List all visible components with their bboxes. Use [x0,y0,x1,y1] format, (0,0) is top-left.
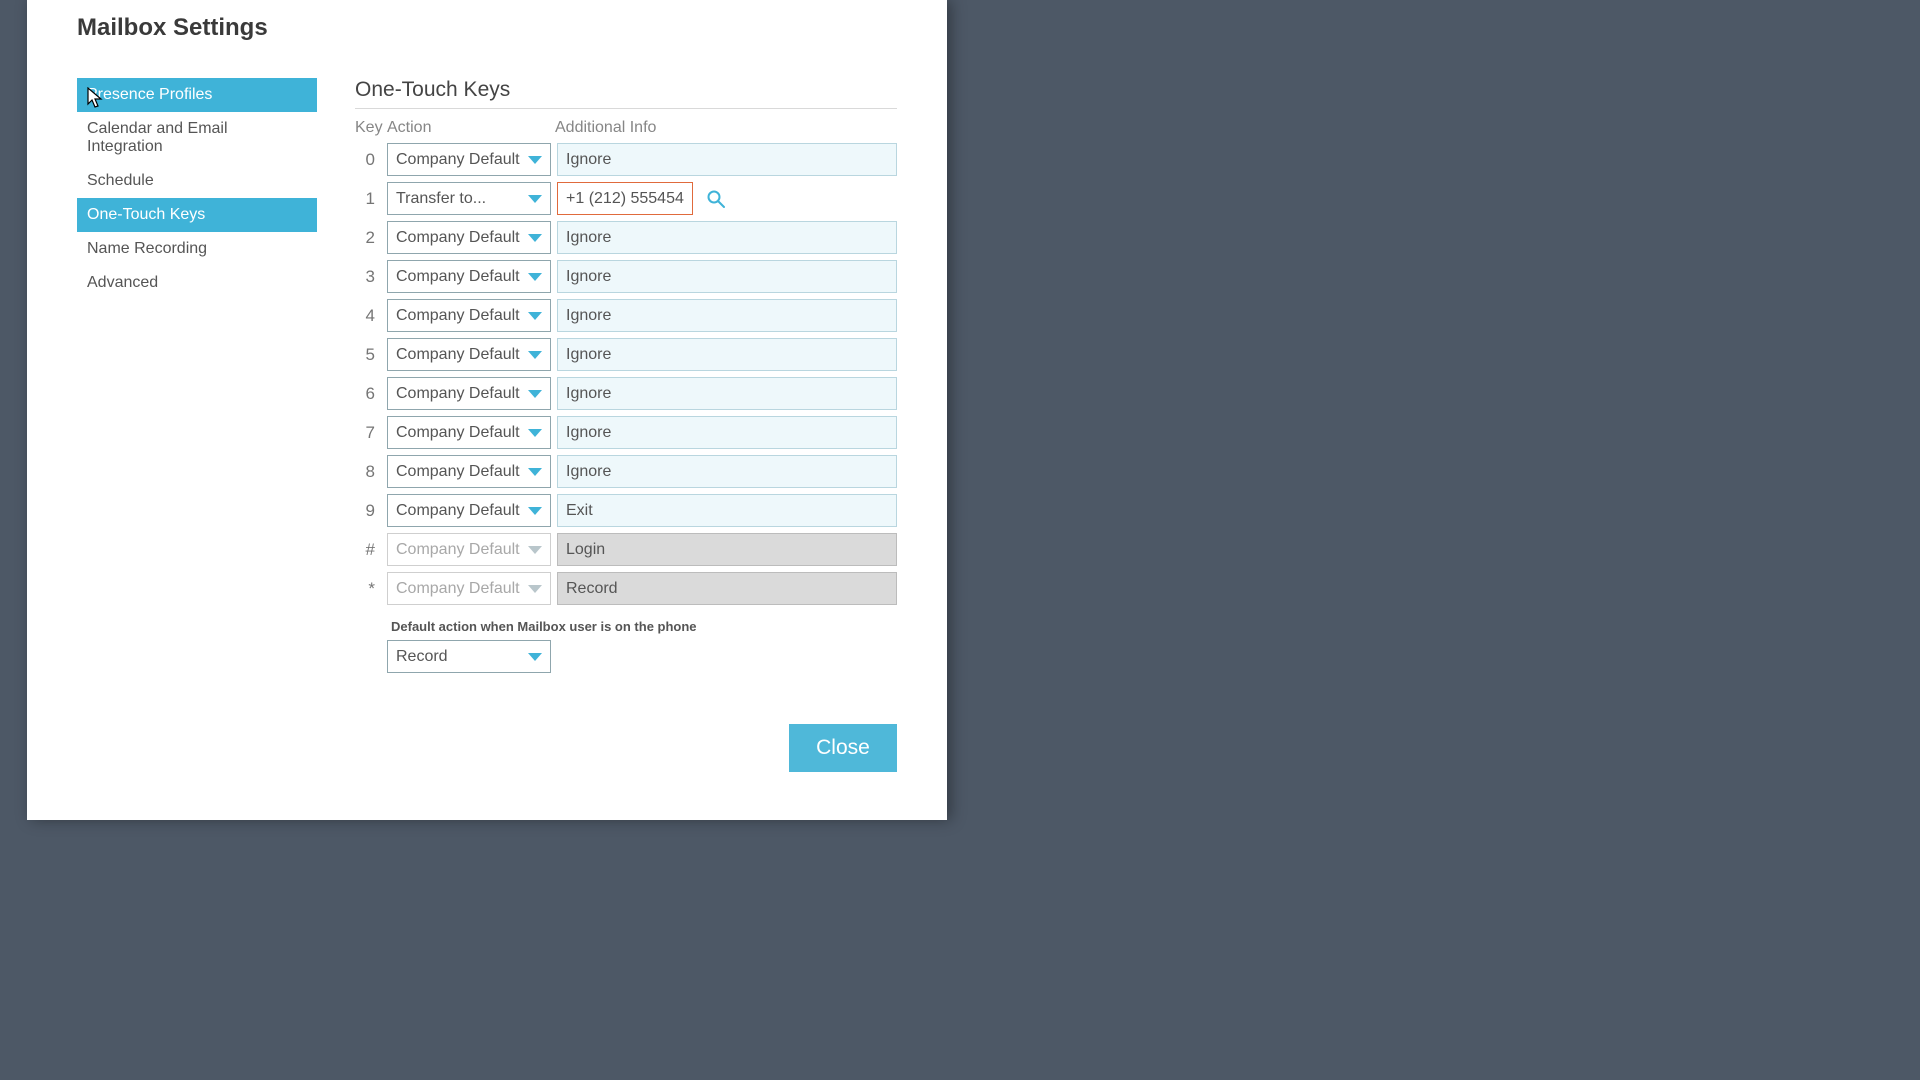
additional-info-input [557,533,897,566]
default-action-row: Record [387,640,897,673]
key-row: 8 Company Default [355,455,897,488]
action-dropdown: Company Default [387,572,551,605]
action-value: Company Default [396,151,520,169]
action-dropdown[interactable]: Company Default [387,299,551,332]
action-value: Company Default [396,307,520,325]
chevron-down-icon [528,507,542,515]
key-label: 9 [355,501,387,521]
additional-info-input[interactable] [557,260,897,293]
chevron-down-icon [528,546,542,554]
action-dropdown[interactable]: Company Default [387,143,551,176]
chevron-down-icon [528,351,542,359]
sidebar-item-one-touch-keys[interactable]: One-Touch Keys [77,198,317,232]
key-row: * Company Default [355,572,897,605]
chevron-down-icon [528,429,542,437]
column-headers: Key Action Additional Info [355,119,897,137]
sidebar-item-name-recording[interactable]: Name Recording [77,232,317,266]
key-row: 4 Company Default [355,299,897,332]
column-header-info: Additional Info [555,119,897,137]
key-label: 2 [355,228,387,248]
chevron-down-icon [528,195,542,203]
key-label: 0 [355,150,387,170]
chevron-down-icon [528,234,542,242]
mailbox-settings-dialog: Mailbox Settings Presence ProfilesCalend… [27,0,947,820]
action-dropdown: Company Default [387,533,551,566]
additional-info-input[interactable] [557,455,897,488]
sidebar-item-presence-profiles[interactable]: Presence Profiles [77,78,317,112]
key-label: 4 [355,306,387,326]
key-row: 1 Transfer to... [355,182,897,215]
action-value: Transfer to... [396,190,486,208]
lookup-button[interactable] [703,186,729,212]
key-row: 5 Company Default [355,338,897,371]
key-label: 5 [355,345,387,365]
main-panel: One-Touch Keys Key Action Additional Inf… [317,78,897,679]
sidebar-item-schedule[interactable]: Schedule [77,164,317,198]
key-label: * [355,579,387,599]
key-label: 7 [355,423,387,443]
key-row: # Company Default [355,533,897,566]
chevron-down-icon [528,312,542,320]
action-value: Company Default [396,541,520,559]
action-value: Company Default [396,424,520,442]
dialog-title: Mailbox Settings [27,0,947,42]
key-rows: 0 Company Default 1 Transfer to... 2 Company … [355,143,897,605]
additional-info-input[interactable] [557,221,897,254]
additional-info-input [557,572,897,605]
action-value: Company Default [396,463,520,481]
action-value: Company Default [396,268,520,286]
action-value: Company Default [396,502,520,520]
sidebar-nav: Presence ProfilesCalendar and Email Inte… [77,78,317,679]
chevron-down-icon [528,390,542,398]
default-action-dropdown[interactable]: Record [387,640,551,673]
additional-info-input[interactable] [557,494,897,527]
key-label: # [355,540,387,560]
action-dropdown[interactable]: Company Default [387,221,551,254]
key-row: 7 Company Default [355,416,897,449]
default-action-value: Record [396,648,448,666]
chevron-down-icon [528,156,542,164]
dialog-body: Presence ProfilesCalendar and Email Inte… [27,42,947,679]
column-header-action: Action [387,119,555,137]
additional-info-input[interactable] [557,338,897,371]
action-value: Company Default [396,346,520,364]
key-label: 3 [355,267,387,287]
action-dropdown[interactable]: Company Default [387,494,551,527]
search-icon [706,189,726,209]
key-label: 8 [355,462,387,482]
key-row: 0 Company Default [355,143,897,176]
additional-info-input[interactable] [557,377,897,410]
additional-info-input[interactable] [557,143,897,176]
action-dropdown[interactable]: Company Default [387,377,551,410]
column-header-key: Key [355,119,387,137]
action-value: Company Default [396,580,520,598]
key-row: 9 Company Default [355,494,897,527]
section-title: One-Touch Keys [355,78,897,109]
action-dropdown[interactable]: Transfer to... [387,182,551,215]
chevron-down-icon [528,585,542,593]
transfer-number-input[interactable] [557,182,693,215]
info-wrapper [557,182,897,215]
chevron-down-icon [528,653,542,661]
key-row: 6 Company Default [355,377,897,410]
key-row: 2 Company Default [355,221,897,254]
action-value: Company Default [396,385,520,403]
sidebar-item-advanced[interactable]: Advanced [77,266,317,300]
default-action-label: Default action when Mailbox user is on t… [391,619,897,634]
close-button[interactable]: Close [789,724,897,772]
key-label: 1 [355,189,387,209]
action-value: Company Default [396,229,520,247]
sidebar-item-calendar-and-email-integration[interactable]: Calendar and Email Integration [77,112,317,164]
additional-info-input[interactable] [557,416,897,449]
additional-info-input[interactable] [557,299,897,332]
action-dropdown[interactable]: Company Default [387,260,551,293]
key-label: 6 [355,384,387,404]
chevron-down-icon [528,468,542,476]
action-dropdown[interactable]: Company Default [387,455,551,488]
key-row: 3 Company Default [355,260,897,293]
chevron-down-icon [528,273,542,281]
action-dropdown[interactable]: Company Default [387,338,551,371]
action-dropdown[interactable]: Company Default [387,416,551,449]
